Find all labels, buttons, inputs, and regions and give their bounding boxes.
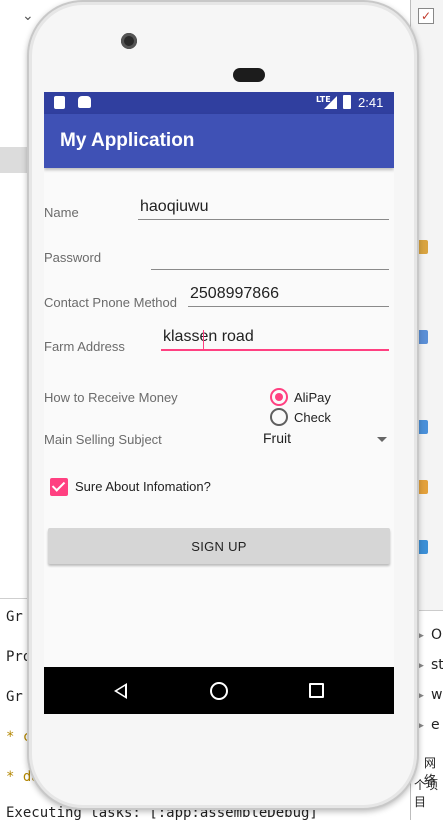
confirm-checkbox[interactable] xyxy=(50,478,68,496)
selling-subject-label: Main Selling Subject xyxy=(44,432,162,447)
alipay-radio[interactable] xyxy=(270,388,288,406)
check-radio-label[interactable]: Check xyxy=(294,410,331,425)
recents-icon[interactable] xyxy=(309,683,324,698)
farm-address-field[interactable] xyxy=(161,327,389,351)
chevron-down-icon[interactable]: ⌄ xyxy=(22,8,34,24)
text-cursor xyxy=(203,330,204,350)
dropdown-arrow-icon[interactable] xyxy=(377,437,387,442)
camera-icon xyxy=(121,33,137,49)
speaker-grille xyxy=(233,68,265,82)
status-time: 2:41 xyxy=(358,95,384,110)
selling-subject-spinner[interactable]: Fruit xyxy=(263,430,291,446)
console-line: Gr xyxy=(6,609,23,625)
alipay-radio-label[interactable]: AliPay xyxy=(294,390,331,405)
signal-icon xyxy=(324,96,337,109)
sd-card-icon xyxy=(54,96,65,109)
list-item[interactable]: w xyxy=(431,687,442,703)
battery-icon xyxy=(343,95,351,109)
receive-money-label: How to Receive Money xyxy=(44,390,178,405)
name-field[interactable] xyxy=(138,196,389,220)
android-icon xyxy=(78,96,91,108)
confirm-checkbox-label[interactable]: Sure About Infomation? xyxy=(75,479,211,494)
navigation-bar xyxy=(44,667,394,714)
farm-address-label: Farm Address xyxy=(44,339,125,354)
password-label: Password xyxy=(44,250,102,265)
name-label: Name xyxy=(44,205,79,220)
app-title: My Application xyxy=(60,130,195,151)
sign-up-button[interactable]: SIGN UP xyxy=(48,528,390,564)
console-line: Gr xyxy=(6,689,23,705)
contact-label: Contact Pnone Method xyxy=(44,295,177,310)
item-count-label: 个项目 xyxy=(414,778,439,809)
list-item[interactable]: st xyxy=(431,657,443,673)
password-field[interactable] xyxy=(151,246,389,270)
status-bar: LTE 2:41 xyxy=(44,92,394,114)
checkbox-icon[interactable]: ✓ xyxy=(418,8,434,24)
contact-field[interactable] xyxy=(188,283,389,307)
signup-form: Name Password Contact Pnone Method Farm … xyxy=(44,168,394,667)
list-item[interactable]: O xyxy=(431,627,442,643)
check-radio[interactable] xyxy=(270,408,288,426)
home-icon[interactable] xyxy=(210,682,228,700)
list-item[interactable]: e xyxy=(431,717,440,733)
phone-screen: LTE 2:41 My Application Name Password Co… xyxy=(44,92,394,714)
back-icon[interactable] xyxy=(114,683,127,699)
background-strip xyxy=(0,147,30,173)
app-bar: My Application xyxy=(44,114,394,168)
